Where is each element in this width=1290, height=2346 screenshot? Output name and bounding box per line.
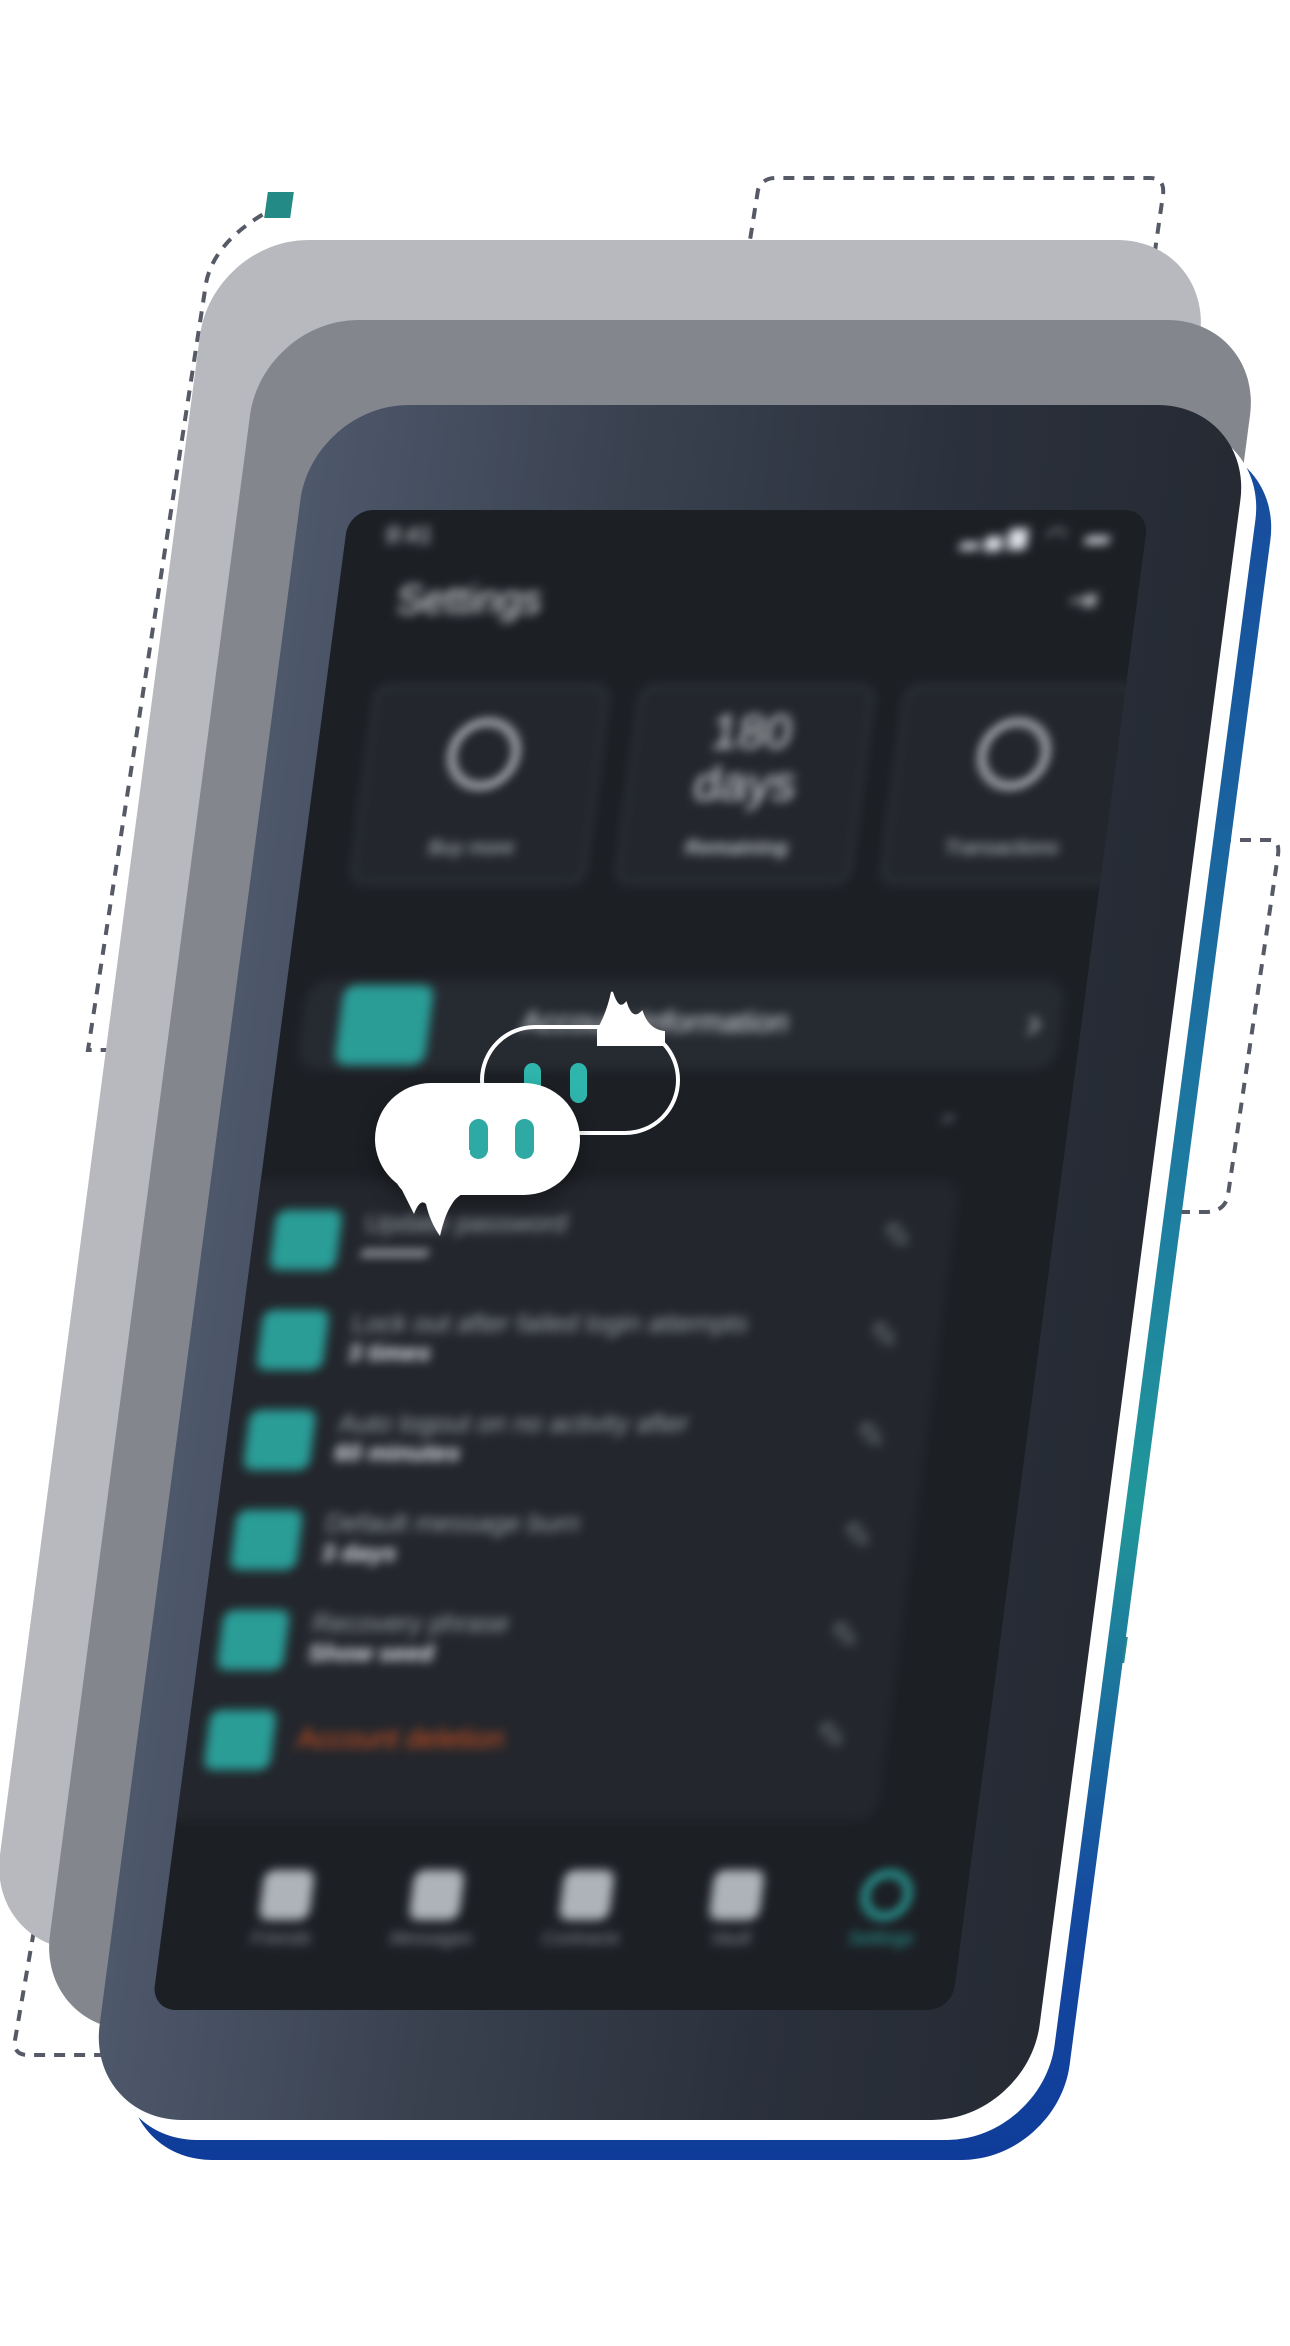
mascot-drips [385, 991, 665, 1236]
